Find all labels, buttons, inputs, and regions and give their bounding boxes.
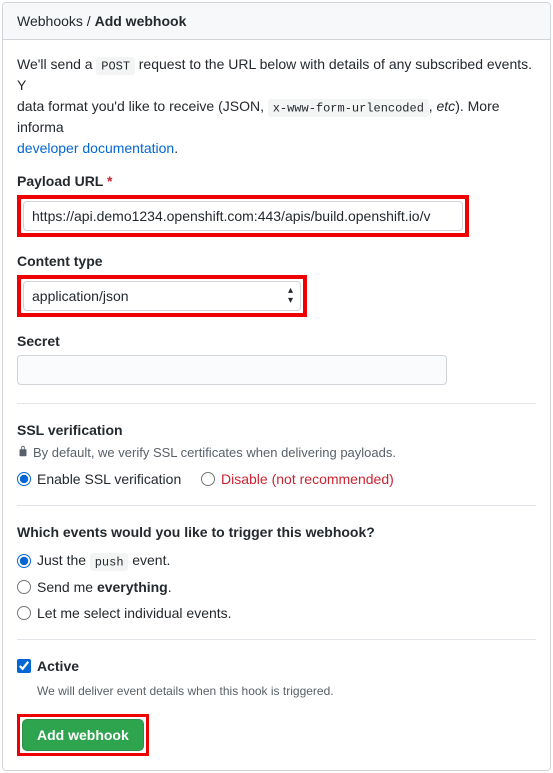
ssl-note: By default, we verify SSL certificates w… <box>33 445 396 460</box>
events-select-radio[interactable] <box>17 606 31 620</box>
breadcrumb-current: Add webhook <box>95 13 187 29</box>
active-checkbox[interactable] <box>17 659 31 673</box>
code-urlencoded: x-www-form-urlencoded <box>268 99 429 118</box>
ssl-verification-heading: SSL verification <box>17 422 536 438</box>
events-select-label: Let me select individual events. <box>37 605 232 621</box>
developer-documentation-link[interactable]: developer documentation <box>17 140 174 156</box>
active-note: We will deliver event details when this … <box>37 684 536 698</box>
active-label: Active <box>37 658 79 674</box>
events-push-label: Just the push event. <box>37 552 170 569</box>
intro-text: We'll send a POST request to the URL bel… <box>17 54 536 159</box>
ssl-enable-label: Enable SSL verification <box>37 471 181 487</box>
content-type-label: Content type <box>17 253 536 269</box>
divider <box>17 505 536 506</box>
ssl-enable-radio[interactable] <box>17 472 31 486</box>
secret-label: Secret <box>17 333 536 349</box>
required-indicator: * <box>107 173 112 189</box>
content-type-select[interactable]: application/json <box>23 281 301 311</box>
events-push-radio[interactable] <box>17 554 31 568</box>
events-everything-label: Send me everything. <box>37 579 172 595</box>
ssl-disable-label: Disable (not recommended) <box>221 471 394 487</box>
add-webhook-button[interactable]: Add webhook <box>22 719 144 751</box>
ssl-disable-radio[interactable] <box>201 472 215 486</box>
divider <box>17 639 536 640</box>
events-heading: Which events would you like to trigger t… <box>17 524 536 540</box>
breadcrumb: Webhooks / Add webhook <box>3 3 550 40</box>
payload-url-input[interactable] <box>23 201 463 231</box>
divider <box>17 403 536 404</box>
secret-input[interactable] <box>17 355 447 385</box>
lock-icon <box>17 444 29 461</box>
breadcrumb-root-link[interactable]: Webhooks <box>17 13 83 29</box>
payload-url-label: Payload URL * <box>17 173 536 189</box>
events-everything-radio[interactable] <box>17 580 31 594</box>
code-post: POST <box>96 57 134 76</box>
